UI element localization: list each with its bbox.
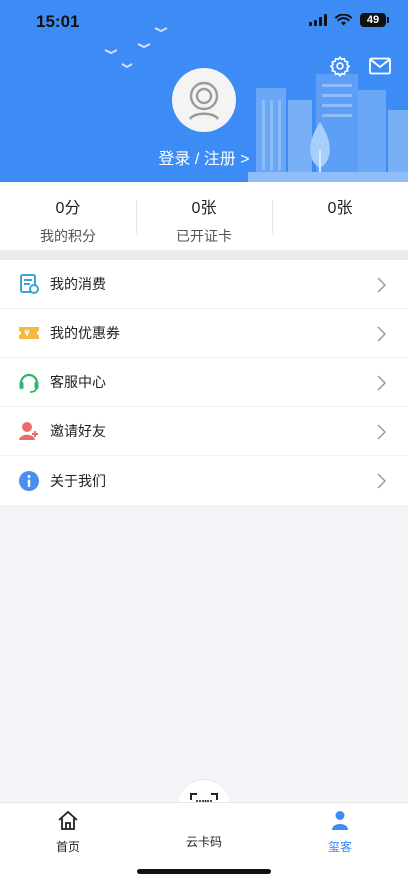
- tab-label: 首页: [55, 840, 80, 854]
- info-icon: [18, 470, 40, 492]
- receipt-icon: [18, 273, 40, 295]
- stat-value: 0分: [55, 200, 81, 217]
- login-register-link[interactable]: 登录 / 注册 >: [0, 145, 408, 169]
- avatar-placeholder-icon: [188, 81, 220, 120]
- stat-value: 0张: [327, 200, 353, 217]
- stat-cards[interactable]: 0张 已开证卡: [136, 182, 272, 250]
- gear-icon: [329, 55, 351, 77]
- stat-value: 0张: [191, 200, 217, 217]
- messages-button[interactable]: [368, 54, 392, 78]
- menu-label: 客服中心: [50, 374, 106, 390]
- tab-cloud-card[interactable]: 云卡码: [164, 831, 244, 850]
- home-icon: [58, 810, 78, 830]
- stat-third[interactable]: 0张: [272, 182, 408, 250]
- status-icons: 49: [309, 13, 389, 27]
- profile-header: 15:01 49 登录 / 注册 >: [0, 0, 408, 182]
- battery-level: 49: [366, 14, 380, 26]
- tab-label: 玺客: [327, 840, 352, 854]
- top-actions: [328, 54, 392, 78]
- menu-label: 邀请好友: [50, 423, 106, 439]
- chevron-right-icon: [377, 326, 386, 342]
- invite-user-icon: [18, 420, 40, 442]
- menu-item-consumption[interactable]: 我的消费: [0, 260, 408, 309]
- menu-label: 我的优惠券: [50, 325, 120, 341]
- signal-icon: [309, 14, 327, 26]
- birds-decoration: [104, 27, 168, 69]
- section-divider: [0, 250, 408, 260]
- menu-item-customer-service[interactable]: 客服中心: [0, 358, 408, 407]
- chevron-right-icon: [377, 473, 386, 489]
- menu-item-about-us[interactable]: 关于我们: [0, 456, 408, 505]
- menu-item-invite-friends[interactable]: 邀请好友: [0, 407, 408, 456]
- settings-button[interactable]: [328, 54, 352, 78]
- headset-icon: [18, 371, 40, 393]
- menu-item-coupons[interactable]: 我的优惠券: [0, 309, 408, 358]
- chevron-right-icon: [377, 375, 386, 391]
- mail-icon: [369, 57, 391, 75]
- battery-icon: 49: [360, 13, 389, 27]
- home-indicator: [137, 869, 271, 874]
- chevron-right-icon: [377, 424, 386, 440]
- status-bar: 15:01 49: [0, 0, 408, 44]
- menu-label: 关于我们: [50, 472, 106, 489]
- person-icon: [332, 811, 348, 830]
- tab-home[interactable]: 首页: [28, 809, 108, 855]
- tab-profile[interactable]: 玺客: [300, 809, 380, 855]
- stat-label: 我的积分: [40, 228, 96, 244]
- stat-label: 已开证卡: [176, 228, 232, 244]
- menu-label: 我的消费: [50, 276, 106, 292]
- wifi-icon: [335, 14, 352, 26]
- tab-label: 云卡码: [185, 835, 222, 849]
- stats-bar: 0分 我的积分 0张 已开证卡 0张: [0, 182, 408, 250]
- status-time: 15:01: [36, 12, 80, 31]
- avatar[interactable]: [172, 68, 236, 132]
- chevron-right-icon: [377, 277, 386, 293]
- coupon-icon: [18, 322, 40, 344]
- menu-list: 我的消费 我的优惠券 客服中心 邀请好友 关于我们: [0, 260, 408, 505]
- stat-points[interactable]: 0分 我的积分: [0, 182, 136, 250]
